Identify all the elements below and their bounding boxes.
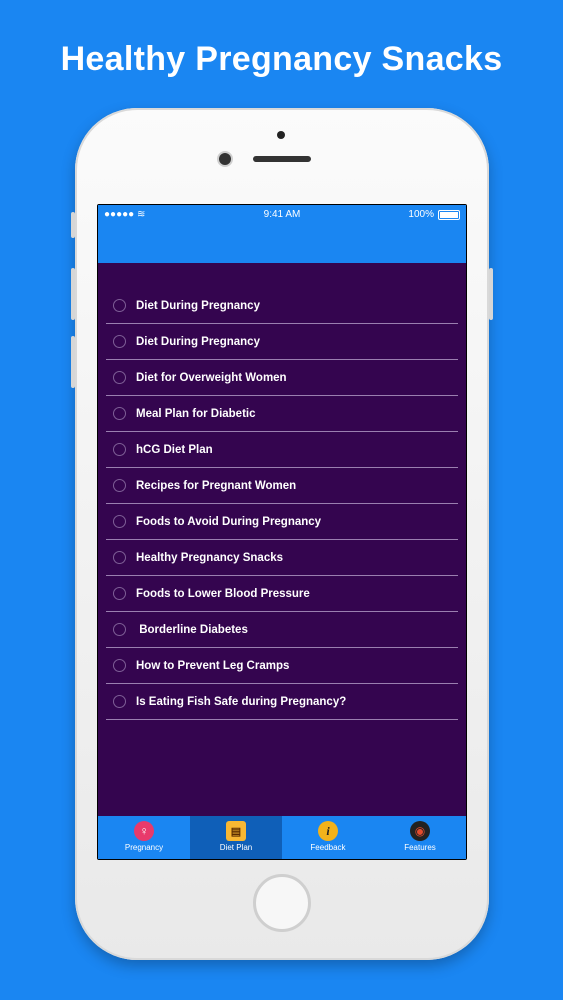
radio-icon[interactable] <box>113 551 126 564</box>
radio-icon[interactable] <box>113 659 126 672</box>
battery-percent: 100% <box>408 209 434 220</box>
radio-icon[interactable] <box>113 695 126 708</box>
tab-label: Pregnancy <box>124 843 164 852</box>
diet-plan-icon: ▤ <box>226 821 246 841</box>
phone-frame: ●●●●● ≋ 9:41 AM 100% Diet During Pregnan… <box>71 108 493 960</box>
volume-down-button <box>71 336 75 388</box>
list-item[interactable]: hCG Diet Plan <box>106 432 458 468</box>
power-button <box>489 268 493 320</box>
list-item[interactable]: Meal Plan for Diabetic <box>106 396 458 432</box>
menu-list: Diet During Pregnancy Diet During Pregna… <box>106 288 458 720</box>
tab-diet-plan[interactable]: ▤ Diet Plan <box>190 816 282 859</box>
radio-icon[interactable] <box>113 443 126 456</box>
phone-screen: ●●●●● ≋ 9:41 AM 100% Diet During Pregnan… <box>97 204 467 860</box>
list-item[interactable]: Healthy Pregnancy Snacks <box>106 540 458 576</box>
list-item-label: How to Prevent Leg Cramps <box>136 659 290 672</box>
tab-feedback[interactable]: i Feedback <box>282 816 374 859</box>
page-headline: Healthy Pregnancy Snacks <box>60 40 503 78</box>
radio-icon[interactable] <box>113 479 126 492</box>
list-item-label: Recipes for Pregnant Women <box>136 479 297 492</box>
list-item[interactable]: Diet During Pregnancy <box>106 324 458 360</box>
list-item[interactable]: Foods to Avoid During Pregnancy <box>106 504 458 540</box>
list-item[interactable]: How to Prevent Leg Cramps <box>106 648 458 684</box>
pregnancy-icon: ♀ <box>134 821 154 841</box>
home-button[interactable] <box>253 874 311 932</box>
tab-label: Diet Plan <box>219 843 253 852</box>
front-camera <box>219 153 231 165</box>
features-icon: ◉ <box>410 821 430 841</box>
list-item-label: Diet During Pregnancy <box>136 335 260 348</box>
radio-icon[interactable] <box>113 623 126 636</box>
tab-pregnancy[interactable]: ♀ Pregnancy <box>98 816 190 859</box>
list-item-label: Meal Plan for Diabetic <box>136 407 256 420</box>
status-bar: ●●●●● ≋ 9:41 AM 100% <box>98 205 466 225</box>
list-item-label: Foods to Lower Blood Pressure <box>136 587 310 600</box>
earpiece-speaker <box>253 156 311 162</box>
radio-icon[interactable] <box>113 587 126 600</box>
list-item[interactable]: Diet for Overweight Women <box>106 360 458 396</box>
list-item-label: Healthy Pregnancy Snacks <box>136 551 284 564</box>
radio-icon[interactable] <box>113 371 126 384</box>
mute-switch <box>71 212 75 238</box>
volume-up-button <box>71 268 75 320</box>
proximity-sensor <box>277 131 285 139</box>
navigation-bar <box>98 225 466 263</box>
menu-list-area: Diet During Pregnancy Diet During Pregna… <box>98 263 466 816</box>
info-icon: i <box>318 821 338 841</box>
list-item-label: Diet for Overweight Women <box>136 371 287 384</box>
battery-icon <box>438 210 460 220</box>
tab-features[interactable]: ◉ Features <box>374 816 466 859</box>
list-item[interactable]: Is Eating Fish Safe during Pregnancy? <box>106 684 458 720</box>
list-item-label: Borderline Diabetes <box>136 623 248 636</box>
list-item-label: Is Eating Fish Safe during Pregnancy? <box>136 695 347 708</box>
tab-label: Feedback <box>310 843 346 852</box>
list-item-label: Diet During Pregnancy <box>136 299 260 312</box>
radio-icon[interactable] <box>113 299 126 312</box>
tab-label: Features <box>404 843 436 852</box>
list-item[interactable]: Foods to Lower Blood Pressure <box>106 576 458 612</box>
radio-icon[interactable] <box>113 335 126 348</box>
radio-icon[interactable] <box>113 515 126 528</box>
list-item[interactable]: Diet During Pregnancy <box>106 288 458 324</box>
radio-icon[interactable] <box>113 407 126 420</box>
tab-bar: ♀ Pregnancy ▤ Diet Plan i Feedback ◉ Fea… <box>98 816 466 859</box>
list-item-label: Foods to Avoid During Pregnancy <box>136 515 322 528</box>
list-item-label: hCG Diet Plan <box>136 443 213 456</box>
list-item[interactable]: Borderline Diabetes <box>106 612 458 648</box>
list-item[interactable]: Recipes for Pregnant Women <box>106 468 458 504</box>
